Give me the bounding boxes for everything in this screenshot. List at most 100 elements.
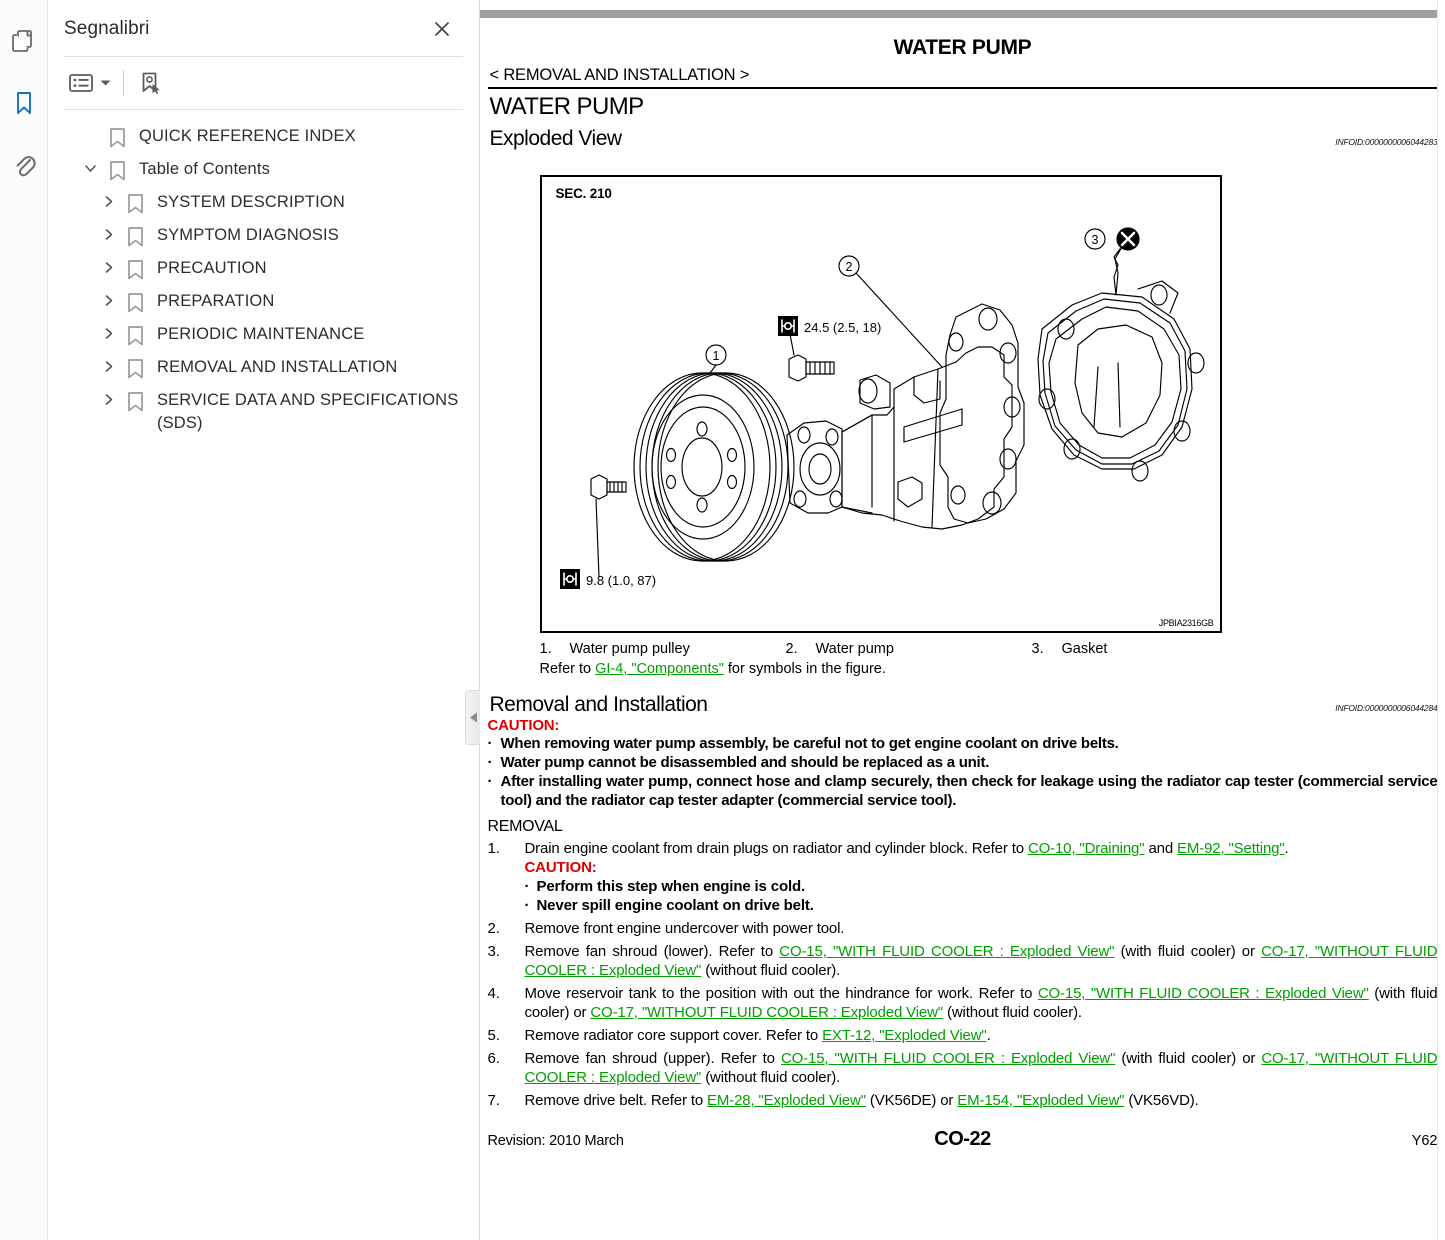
- step-link[interactable]: CO-17, "WITHOUT FLUID COOLER : Exploded …: [590, 1004, 943, 1021]
- caution-item: · After installing water pump, connect h…: [488, 772, 1438, 810]
- bookmarks-icon[interactable]: [7, 86, 41, 120]
- legend-text: Water pump pulley: [569, 641, 690, 657]
- bookmark-item-quick-reference-index[interactable]: QUICK REFERENCE INDEX: [48, 120, 479, 153]
- legend-note-suffix: for symbols in the figure.: [723, 661, 886, 677]
- chevron-right-icon[interactable]: [94, 389, 122, 406]
- close-icon[interactable]: [429, 16, 455, 42]
- step-body: Remove radiator core support cover. Refe…: [525, 1026, 1438, 1045]
- step-body: Remove fan shroud (lower). Refer to CO-1…: [525, 942, 1438, 980]
- torque-spec-upper: 24.5 (2.5, 18): [804, 320, 881, 335]
- step-text-run: (with fluid cooler) or: [1115, 1050, 1262, 1067]
- bookmark-icon: [122, 389, 148, 412]
- removal-step: 6. Remove fan shroud (upper). Refer to C…: [488, 1049, 1438, 1087]
- figure-legend: 1. Water pump pulley 2. Water pump 3. Ga…: [540, 641, 1438, 657]
- page-thumbnails-icon[interactable]: [7, 24, 41, 58]
- bookmark-label: PERIODIC MAINTENANCE: [157, 325, 365, 343]
- step-text-run: Drain engine coolant from drain plugs on…: [524, 840, 1028, 857]
- chevron-right-icon[interactable]: [94, 191, 122, 208]
- step-link[interactable]: CO-15, "WITH FLUID COOLER : Exploded Vie…: [1038, 985, 1369, 1002]
- bookmarks-panel-header: Segnalibri: [48, 0, 479, 56]
- bookmark-icon: [104, 125, 130, 148]
- step-number: 2.: [487, 920, 500, 937]
- step-text-run: Remove fan shroud (upper). Refer to: [524, 1050, 781, 1067]
- removal-step: 2. Remove front engine undercover with p…: [488, 919, 1438, 938]
- caution-item: · Water pump cannot be disassembled and …: [488, 753, 1438, 772]
- chevron-down-icon[interactable]: [76, 158, 104, 175]
- bookmark-label: SYMPTOM DIAGNOSIS: [157, 226, 339, 244]
- breadcrumb: < REMOVAL AND INSTALLATION >: [489, 66, 750, 84]
- panel-title: Segnalibri: [64, 18, 150, 39]
- legend-number: 1.: [539, 641, 552, 657]
- bookmark-item-removal-and-installation[interactable]: REMOVAL AND INSTALLATION: [48, 351, 479, 384]
- sidebar-collapse-handle[interactable]: [465, 690, 480, 745]
- step-caution-item: · Never spill engine coolant on drive be…: [525, 896, 1438, 915]
- step-link[interactable]: CO-15, "WITH FLUID COOLER : Exploded Vie…: [779, 943, 1114, 960]
- bookmark-item-table-of-contents[interactable]: Table of Contents: [48, 153, 479, 186]
- toolbar-separator: [123, 70, 124, 96]
- step-body: Remove drive belt. Refer to EM-28, "Expl…: [525, 1091, 1438, 1110]
- step-body: Move reservoir tank to the position with…: [525, 984, 1438, 1022]
- step-text-run: Remove radiator core support cover. Refe…: [524, 1027, 823, 1044]
- footer-model-code: Y62: [1411, 1133, 1438, 1149]
- bookmark-item-system-description[interactable]: SYSTEM DESCRIPTION: [48, 186, 479, 219]
- bookmarks-toolbar: [48, 57, 479, 109]
- bookmark-icon: [122, 257, 148, 280]
- chevron-right-icon[interactable]: [94, 323, 122, 340]
- footer-page-number: CO-22: [934, 1128, 991, 1150]
- attachments-icon[interactable]: [7, 148, 41, 182]
- step-text-run: .: [1284, 840, 1289, 857]
- bookmark-item-precaution[interactable]: PRECAUTION: [48, 252, 479, 285]
- caution-item-text: After installing water pump, connect hos…: [500, 773, 1438, 809]
- step-text-run: (VK56DE) or: [865, 1092, 958, 1109]
- chevron-right-icon[interactable]: [94, 257, 122, 274]
- document-viewport[interactable]: WATER PUMP < REMOVAL AND INSTALLATION > …: [480, 0, 1445, 1240]
- bookmark-label: QUICK REFERENCE INDEX: [139, 127, 356, 145]
- step-text-run: Remove drive belt. Refer to: [524, 1092, 708, 1109]
- step-link[interactable]: EM-28, "Exploded View": [707, 1092, 866, 1109]
- step-text-run: (without fluid cooler).: [701, 1069, 841, 1086]
- bookmark-item-service-data-and-specifications[interactable]: SERVICE DATA AND SPECIFICATIONS (SDS): [48, 384, 479, 440]
- exploded-view-heading-row: Exploded View INFOID:0000000006044283: [490, 127, 1438, 151]
- bullet-glyph: ·: [524, 878, 530, 895]
- step-number: 4.: [487, 985, 500, 1002]
- step-link[interactable]: CO-15, "WITH FLUID COOLER : Exploded Vie…: [781, 1050, 1115, 1067]
- chevron-right-icon[interactable]: [94, 356, 122, 373]
- step-text-run: (without fluid cooler).: [942, 1004, 1082, 1021]
- water-pump-exploded-drawing: 1 2 3 24.5 (2.5, 18) 9.8 (1.0, 87): [559, 227, 1205, 589]
- chevron-right-icon[interactable]: [94, 290, 122, 307]
- bookmark-item-symptom-diagnosis[interactable]: SYMPTOM DIAGNOSIS: [48, 219, 479, 252]
- step-text-run: and: [1144, 840, 1178, 857]
- legend-note: Refer to GI-4, "Components" for symbols …: [540, 661, 1438, 677]
- step-link[interactable]: EM-92, "Setting": [1177, 840, 1285, 857]
- step-caution-heading: CAUTION:: [524, 859, 597, 876]
- step-link[interactable]: CO-10, "Draining": [1028, 840, 1145, 857]
- bookmark-options-icon[interactable]: [66, 70, 96, 96]
- caution-item: · When removing water pump assembly, be …: [488, 734, 1438, 753]
- bullet-glyph: ·: [487, 754, 493, 771]
- bookmark-label: SYSTEM DESCRIPTION: [157, 193, 345, 211]
- bookmark-label: Table of Contents: [139, 160, 270, 178]
- chevron-right-icon[interactable]: [94, 224, 122, 241]
- new-bookmark-icon[interactable]: [134, 67, 166, 99]
- legend-number: 3.: [1031, 641, 1044, 657]
- bookmark-icon: [122, 290, 148, 313]
- removal-step: 4. Move reservoir tank to the position w…: [488, 984, 1438, 1022]
- legend-text: Gasket: [1061, 641, 1108, 657]
- step-link[interactable]: EM-154, "Exploded View": [957, 1092, 1124, 1109]
- bookmark-item-periodic-maintenance[interactable]: PERIODIC MAINTENANCE: [48, 318, 479, 351]
- removal-install-heading-row: Removal and Installation INFOID:00000000…: [490, 693, 1438, 717]
- legend-item: 3. Gasket: [1032, 641, 1108, 657]
- legend-number: 2.: [785, 641, 798, 657]
- chevron-down-icon[interactable]: [100, 79, 111, 87]
- caution-item-text: When removing water pump assembly, be ca…: [500, 735, 1119, 752]
- step-number: 1.: [487, 840, 500, 857]
- bookmark-item-preparation[interactable]: PREPARATION: [48, 285, 479, 318]
- bookmark-icon: [122, 224, 148, 247]
- page-header-title: WATER PUMP: [893, 36, 1032, 59]
- bullet-glyph: ·: [524, 897, 530, 914]
- legend-note-link[interactable]: GI-4, "Components": [595, 661, 724, 677]
- viewer-right-edge: [1437, 0, 1445, 1240]
- legend-text: Water pump: [815, 641, 894, 657]
- step-link[interactable]: EXT-12, "Exploded View": [822, 1027, 987, 1044]
- step-text: Drain engine coolant from drain plugs on…: [525, 840, 1289, 857]
